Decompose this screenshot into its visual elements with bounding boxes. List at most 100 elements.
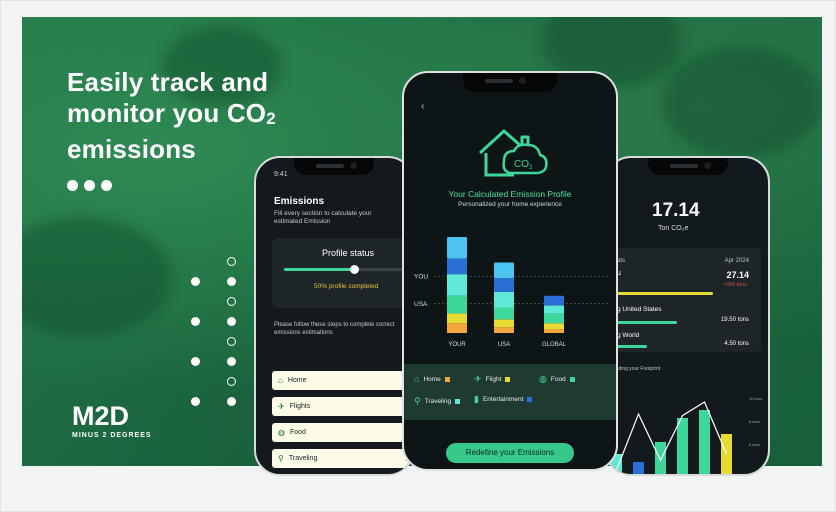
stats-usa-label: g United States (617, 306, 662, 313)
reference-line-label: USA (414, 301, 428, 308)
decorative-dot (191, 277, 200, 286)
food-icon: ◍ (278, 428, 285, 437)
camera (703, 162, 711, 169)
bar-segment (544, 329, 564, 333)
decorative-dot (227, 337, 236, 346)
stats-world-label: g World (617, 332, 640, 339)
footprint-chart: 10 tons 8 tons 6 tons (611, 396, 762, 474)
legend-label: Traveling (424, 398, 452, 405)
emission-legend: ⌂ Home ✈ Flight ◍ Food ⚲ Traveling ▮ Entertainmen… (404, 364, 616, 420)
bar-segment (447, 313, 467, 324)
bar-segment (544, 313, 564, 324)
bar-segment (494, 291, 514, 308)
phone-stats-screen: 17.14 Ton CO₂e ats Apr 2024 u 27.14 +9% … (605, 156, 770, 476)
bar-segment (447, 236, 467, 259)
decorative-dot (227, 397, 236, 406)
footprint-bar (677, 418, 688, 474)
legend-label: Home (423, 375, 441, 383)
total-emission-value: 17.14 (652, 200, 700, 221)
logo-mark: M2D (72, 401, 130, 431)
phone-emissions-screen: 9:41 Emissions Fill every section to cal… (254, 156, 414, 476)
phone-notch (647, 158, 728, 175)
tick-10: 10 tons (749, 396, 762, 401)
stats-title: ats (617, 258, 626, 264)
x-tick-label: YOUR (448, 342, 466, 348)
decorative-dot (227, 277, 236, 286)
food-icon: ◍ (539, 374, 547, 384)
m2d-logo: M2D MINUS 2 DEGREES (72, 402, 152, 439)
tick-6: 6 tons (749, 442, 760, 447)
background-trees (662, 47, 822, 157)
bar-segment (494, 262, 514, 279)
bar-segment (447, 323, 467, 333)
back-chevron-icon[interactable]: ‹ (421, 101, 424, 112)
legend-item-home: ⌂ Home (414, 374, 450, 384)
profile-progress-knob[interactable] (350, 265, 359, 274)
camera (350, 162, 357, 169)
x-tick-label: GLOBAL (542, 342, 567, 348)
emissions-description: Fill every section to calculate your est… (274, 210, 372, 225)
bar-segment (447, 295, 467, 314)
decorative-dot (227, 357, 236, 366)
phone-notch (294, 158, 374, 175)
category-item-traveling[interactable]: ⚲Traveling⚠ (272, 449, 412, 468)
stats-usa-value: 19.50 tons (720, 317, 749, 323)
legend-swatch (455, 399, 461, 404)
traveling-icon: ⚲ (278, 454, 284, 463)
emissions-title: Emissions (274, 196, 325, 207)
plane-icon: ✈ (474, 374, 482, 384)
profile-status-title: Profile status (322, 248, 375, 258)
speaker (316, 164, 344, 168)
category-item-food[interactable]: ◍Food⚠ (272, 423, 412, 442)
legend-swatch (505, 377, 511, 382)
category-label: Flights (289, 403, 311, 410)
legend-swatch (444, 376, 450, 382)
decorative-dot (191, 317, 200, 326)
decorative-dot (191, 357, 200, 366)
camera (519, 77, 526, 84)
decorative-dot (227, 297, 236, 306)
bar-segment (544, 305, 564, 314)
bar-segment (494, 319, 514, 328)
speaker (485, 79, 513, 83)
footprint-bar (633, 462, 644, 474)
legend-swatch (527, 397, 533, 402)
stats-you-bar (617, 292, 714, 295)
legend-swatch (569, 377, 575, 382)
footprint-bar (699, 410, 710, 474)
traveling-icon: ⚲ (414, 396, 421, 406)
carousel-dot (67, 180, 78, 191)
logo-subtitle: MINUS 2 DEGREES (72, 432, 152, 439)
category-item-home[interactable]: ⌂Home✔ (272, 371, 412, 390)
frame: Easily track and monitor you CO2 emissio… (0, 0, 836, 512)
footprint-bar (721, 434, 732, 474)
redefine-emissions-button[interactable]: Redefine your Emissions (446, 443, 574, 463)
bar-segment (494, 278, 514, 292)
phone-notch (463, 73, 557, 92)
emission-stacked-bar-chart: YOU USA YOUR USA GLOBAL (414, 236, 608, 348)
stats-you-change: +9% tons (723, 282, 747, 288)
home-icon: ⌂ (278, 376, 283, 385)
x-tick-label: USA (498, 342, 510, 348)
legend-item-flight: ✈ Flight (474, 374, 511, 385)
legend-label: Food (550, 376, 566, 383)
carousel-dot (101, 180, 112, 191)
bar-segment (544, 295, 564, 306)
tick-8: 8 tons (749, 419, 760, 424)
decorative-dot (227, 317, 236, 326)
decorative-dot (227, 257, 236, 266)
legend-item-entertainment: ▮ Entertainment (474, 394, 533, 405)
steps-instructions: Please follow these steps to complete co… (274, 322, 395, 336)
bar-segment (447, 258, 467, 275)
profile-completed-text: 50% profile completed (314, 283, 379, 290)
comparison-stats-card: ats Apr 2024 u 27.14 +9% tons g United S… (617, 248, 761, 352)
decorative-dot (191, 397, 200, 406)
profile-status-card: Profile status 50% profile completed (272, 238, 412, 308)
legend-item-food: ◍ Food (539, 374, 575, 385)
category-item-flights[interactable]: ✈Flights⚠ (272, 397, 412, 416)
profile-progress-fill (284, 268, 354, 271)
stats-world-bar (617, 345, 648, 348)
stats-usa-bar (617, 321, 678, 324)
category-label: Food (289, 429, 306, 436)
headline-line-2-text: monitor you CO (67, 98, 267, 128)
